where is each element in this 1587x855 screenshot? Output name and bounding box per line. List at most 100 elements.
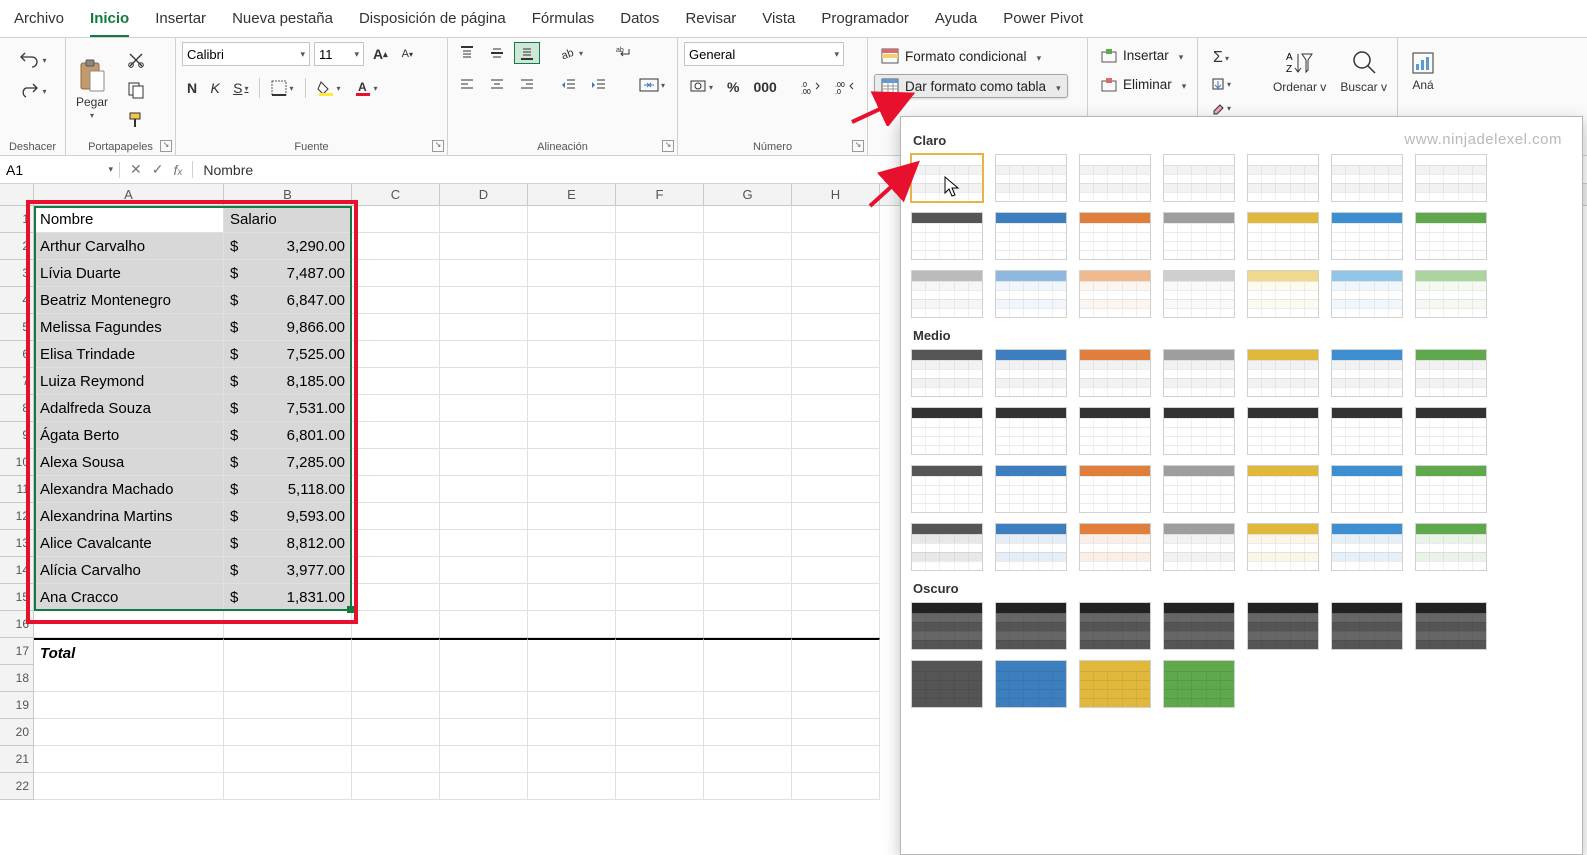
table-style-swatch[interactable] xyxy=(1415,407,1487,455)
cell-A10[interactable]: Alexa Sousa xyxy=(34,449,224,476)
insert-cells-button[interactable]: Insertar xyxy=(1094,44,1190,67)
decrease-decimal-button[interactable]: .00.0 xyxy=(830,76,860,98)
table-style-swatch[interactable] xyxy=(1079,212,1151,260)
table-style-swatch[interactable] xyxy=(1079,523,1151,571)
table-style-swatch[interactable] xyxy=(1247,465,1319,513)
table-style-swatch[interactable] xyxy=(1331,154,1403,202)
cell-B13[interactable]: $8,812.00 xyxy=(224,530,352,557)
sort-filter-button[interactable]: AZ Ordenar v xyxy=(1269,46,1330,96)
row-header-2[interactable]: 2 xyxy=(0,233,34,260)
underline-button[interactable]: S xyxy=(228,77,253,99)
table-style-swatch[interactable] xyxy=(1331,270,1403,318)
clipboard-launcher[interactable]: ↘ xyxy=(160,140,172,152)
cell-A2[interactable]: Arthur Carvalho xyxy=(34,233,224,260)
align-center-button[interactable] xyxy=(484,74,510,96)
column-header-E[interactable]: E xyxy=(528,184,616,205)
table-style-swatch[interactable] xyxy=(911,660,983,708)
cell-B14[interactable]: $3,977.00 xyxy=(224,557,352,584)
table-style-swatch[interactable] xyxy=(1079,154,1151,202)
row-header-4[interactable]: 4 xyxy=(0,287,34,314)
cell-B6[interactable]: $7,525.00 xyxy=(224,341,352,368)
cell-B12[interactable]: $9,593.00 xyxy=(224,503,352,530)
format-as-table-button[interactable]: Dar formato como tabla xyxy=(874,74,1068,98)
table-style-swatch[interactable] xyxy=(911,154,983,202)
cell-B11[interactable]: $5,118.00 xyxy=(224,476,352,503)
table-style-swatch[interactable] xyxy=(1415,270,1487,318)
cell-B7[interactable]: $8,185.00 xyxy=(224,368,352,395)
table-style-swatch[interactable] xyxy=(911,465,983,513)
table-style-swatch[interactable] xyxy=(911,407,983,455)
cell-A5[interactable]: Melissa Fagundes xyxy=(34,314,224,341)
table-style-swatch[interactable] xyxy=(1415,523,1487,571)
table-style-swatch[interactable] xyxy=(1415,212,1487,260)
find-select-button[interactable]: Buscar v xyxy=(1336,46,1391,96)
column-header-D[interactable]: D xyxy=(440,184,528,205)
row-header-3[interactable]: 3 xyxy=(0,260,34,287)
cell-A17-total[interactable]: Total xyxy=(34,638,224,665)
table-style-swatch[interactable] xyxy=(1247,602,1319,650)
wrap-text-button[interactable]: ab xyxy=(610,42,640,64)
cell-A6[interactable]: Elisa Trindade xyxy=(34,341,224,368)
row-header-19[interactable]: 19 xyxy=(0,692,34,719)
cell-A15[interactable]: Ana Cracco xyxy=(34,584,224,611)
row-header-1[interactable]: 1 xyxy=(0,206,34,233)
menu-tab-disposición-de-página[interactable]: Disposición de página xyxy=(359,6,506,37)
cell-A14[interactable]: Alícia Carvalho xyxy=(34,557,224,584)
cell-B5[interactable]: $9,866.00 xyxy=(224,314,352,341)
row-header-17[interactable]: 17 xyxy=(0,638,34,665)
align-middle-button[interactable] xyxy=(484,42,510,64)
menu-tab-archivo[interactable]: Archivo xyxy=(14,6,64,37)
table-style-swatch[interactable] xyxy=(995,465,1067,513)
cell-A11[interactable]: Alexandra Machado xyxy=(34,476,224,503)
table-style-swatch[interactable] xyxy=(1163,465,1235,513)
fill-color-button[interactable] xyxy=(312,76,346,100)
row-header-7[interactable]: 7 xyxy=(0,368,34,395)
menu-tab-insertar[interactable]: Insertar xyxy=(155,6,206,37)
accept-formula-button[interactable]: ✓ xyxy=(152,161,164,178)
table-style-swatch[interactable] xyxy=(1079,270,1151,318)
table-style-swatch[interactable] xyxy=(1331,407,1403,455)
menu-tab-fórmulas[interactable]: Fórmulas xyxy=(532,6,595,37)
menu-tab-programador[interactable]: Programador xyxy=(821,6,909,37)
row-header-5[interactable]: 5 xyxy=(0,314,34,341)
table-style-swatch[interactable] xyxy=(1331,602,1403,650)
table-style-swatch[interactable] xyxy=(995,660,1067,708)
select-all-corner[interactable] xyxy=(0,184,34,205)
insert-function-button[interactable]: fx xyxy=(173,162,182,178)
cell-B15[interactable]: $1,831.00 xyxy=(224,584,352,611)
cell-A12[interactable]: Alexandrina Martins xyxy=(34,503,224,530)
clear-button[interactable] xyxy=(1204,98,1238,118)
row-header-20[interactable]: 20 xyxy=(0,719,34,746)
table-style-swatch[interactable] xyxy=(1247,154,1319,202)
cell-A13[interactable]: Alice Cavalcante xyxy=(34,530,224,557)
font-name-select[interactable]: Calibri▾ xyxy=(182,42,310,66)
table-style-swatch[interactable] xyxy=(1163,602,1235,650)
cell-A4[interactable]: Beatriz Montenegro xyxy=(34,287,224,314)
align-top-button[interactable] xyxy=(454,42,480,64)
column-header-G[interactable]: G xyxy=(704,184,792,205)
cell-A3[interactable]: Lívia Duarte xyxy=(34,260,224,287)
table-style-swatch[interactable] xyxy=(1415,602,1487,650)
decrease-indent-button[interactable] xyxy=(556,74,582,96)
row-header-22[interactable]: 22 xyxy=(0,773,34,800)
row-header-15[interactable]: 15 xyxy=(0,584,34,611)
conditional-formatting-button[interactable]: Formato condicional xyxy=(874,44,1048,68)
row-header-13[interactable]: 13 xyxy=(0,530,34,557)
menu-tab-nueva-pestaña[interactable]: Nueva pestaña xyxy=(232,6,333,37)
row-header-8[interactable]: 8 xyxy=(0,395,34,422)
table-style-swatch[interactable] xyxy=(1415,349,1487,397)
cell-B9[interactable]: $6,801.00 xyxy=(224,422,352,449)
redo-button[interactable] xyxy=(13,80,51,102)
number-format-select[interactable]: General▾ xyxy=(684,42,844,66)
orientation-button[interactable]: ab xyxy=(556,42,588,64)
table-style-swatch[interactable] xyxy=(911,212,983,260)
merge-center-button[interactable] xyxy=(634,74,670,96)
table-style-swatch[interactable] xyxy=(1331,523,1403,571)
name-box[interactable]: A1▾ xyxy=(0,162,120,178)
row-header-6[interactable]: 6 xyxy=(0,341,34,368)
table-style-swatch[interactable] xyxy=(1415,154,1487,202)
font-color-button[interactable]: A xyxy=(349,76,383,100)
table-style-swatch[interactable] xyxy=(995,523,1067,571)
table-style-swatch[interactable] xyxy=(1247,523,1319,571)
table-style-swatch[interactable] xyxy=(1163,154,1235,202)
